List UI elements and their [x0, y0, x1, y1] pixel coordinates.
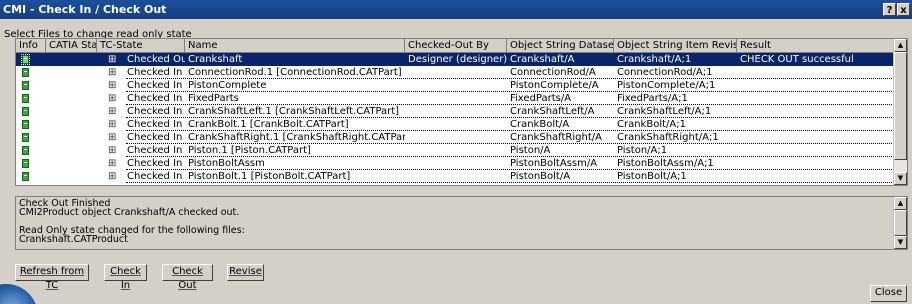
info-cell: [16, 79, 46, 92]
document-icon: [22, 172, 29, 181]
log-scroll-up-button[interactable]: ▲: [894, 197, 907, 210]
help-button[interactable]: ?: [883, 3, 896, 16]
table-header: InfoCATIA StateTC-StateNameChecked-Out B…: [16, 39, 894, 53]
state-icon-cell: ⊞: [97, 53, 125, 66]
catia-state-cell: [46, 92, 97, 105]
check-state-icon: ⊞: [108, 80, 117, 91]
check-state-icon: ⊞: [108, 93, 117, 104]
state-icon-cell: ⊞: [97, 79, 125, 92]
scroll-down-button[interactable]: ▼: [894, 172, 907, 185]
col-header-dataset[interactable]: Object String Dataset: [507, 39, 614, 53]
col-header-catia-state[interactable]: CATIA State: [46, 39, 97, 53]
checked-out-by-cell: Designer (designer): [408, 54, 507, 65]
state-icon-cell: ⊞: [97, 170, 125, 183]
table-row[interactable]: ⊞ Checked In CrankBolt.1 [CrankBolt.CATPar…: [16, 118, 894, 131]
log-area[interactable]: Check Out Finished CMI2Product object Cr…: [15, 196, 908, 250]
check-in-button[interactable]: Check In: [104, 264, 147, 291]
state-icon-cell: ⊞: [97, 118, 125, 131]
table-body: ⊞ Checked Out Crankshaft Designer (designer…: [16, 53, 894, 183]
table-row[interactable]: ⊞ Checked In ConnectionRod.1 [ConnectionRo…: [16, 66, 894, 79]
state-icon-cell: ⊞: [97, 131, 125, 144]
log-scrollbar[interactable]: ▲ ▼: [893, 197, 907, 249]
name-cell: Crankshaft: [188, 54, 243, 65]
col-header-name[interactable]: Name: [185, 39, 405, 53]
col-header-tc-state[interactable]: TC-State: [97, 39, 185, 53]
document-icon: [21, 54, 30, 65]
check-state-icon: ⊞: [108, 119, 117, 130]
catia-state-cell: [46, 118, 97, 131]
col-header-item-revision[interactable]: Object String Item Revision: [614, 39, 737, 53]
catia-state-cell: [46, 53, 97, 66]
document-icon: [22, 159, 29, 168]
catia-logo: [0, 276, 44, 304]
log-scroll-thumb[interactable]: [894, 210, 907, 236]
revise-button[interactable]: Revise: [227, 264, 264, 281]
log-scroll-down-button[interactable]: ▼: [894, 236, 907, 249]
check-state-icon: ⊞: [108, 158, 117, 169]
col-header-info[interactable]: Info: [16, 39, 46, 53]
table-row[interactable]: ⊞ Checked In Piston.1 [Piston.CATPart] Pist…: [16, 144, 894, 157]
result-cell: CHECK OUT successful: [740, 54, 854, 65]
check-out-button[interactable]: Check Out: [162, 264, 213, 291]
state-icon-cell: ⊞: [97, 66, 125, 79]
document-icon: [22, 146, 29, 155]
scroll-up-button[interactable]: ▲: [894, 39, 907, 52]
state-icon-cell: ⊞: [97, 92, 125, 105]
info-cell: [16, 66, 46, 79]
catia-state-cell: [46, 105, 97, 118]
check-state-icon: ⊞: [108, 106, 117, 117]
catia-state-cell: [46, 170, 97, 183]
check-state-icon: ⊞: [108, 67, 117, 78]
catia-state-cell: [46, 66, 97, 79]
close-window-button[interactable]: x: [897, 3, 910, 16]
info-cell: [16, 144, 46, 157]
catia-state-cell: [46, 157, 97, 170]
state-icon-cell: ⊞: [97, 105, 125, 118]
check-state-icon: ⊞: [108, 145, 117, 156]
catia-state-cell: [46, 131, 97, 144]
window-title: CMI - Check In / Check Out: [3, 3, 167, 16]
info-cell: [16, 157, 46, 170]
dataset-cell: Crankshaft/A: [510, 54, 575, 65]
document-icon: [22, 81, 29, 90]
catia-state-cell: [46, 79, 97, 92]
info-cell: [16, 131, 46, 144]
info-cell: [16, 105, 46, 118]
table-row[interactable]: ⊞ Checked In PistonComplete PistonComplete/…: [16, 79, 894, 92]
document-icon: [22, 107, 29, 116]
row-separator: [126, 182, 894, 183]
window-titlebar: CMI - Check In / Check Out ? x: [0, 0, 912, 19]
check-state-icon: ⊞: [108, 171, 117, 182]
state-icon-cell: ⊞: [97, 157, 125, 170]
catia-state-cell: [46, 144, 97, 157]
table-row[interactable]: ⊞ Checked In CrankShaftRight.1 [CrankShaft…: [16, 131, 894, 144]
tc-state-cell: Checked Out: [127, 54, 185, 65]
table-row[interactable]: ⊞ Checked In PistonBoltAssm PistonBoltAssm/…: [16, 157, 894, 170]
scroll-thumb[interactable]: [894, 52, 907, 160]
log-line: Crankshaft.CATProduct: [19, 234, 128, 245]
state-icon-cell: ⊞: [97, 144, 125, 157]
info-cell: [16, 53, 46, 66]
check-state-icon: ⊞: [108, 132, 117, 143]
files-table[interactable]: InfoCATIA StateTC-StateNameChecked-Out B…: [15, 38, 908, 186]
table-row[interactable]: ⊞ Checked In FixedParts FixedParts/A FixedPa…: [16, 92, 894, 105]
info-cell: [16, 118, 46, 131]
document-icon: [22, 133, 29, 142]
item-revision-cell: Crankshaft/A;1: [617, 54, 692, 65]
check-state-icon: ⊞: [108, 54, 117, 65]
document-icon: [22, 68, 29, 77]
table-row[interactable]: ⊞ Checked In PistonBolt.1 [PistonBolt.CATP…: [16, 170, 894, 183]
col-header-checked-out-by[interactable]: Checked-Out By: [405, 39, 507, 53]
log-line: CMI2Product object Crankshaft/A checked …: [19, 207, 240, 218]
info-cell: [16, 170, 46, 183]
document-icon: [22, 120, 29, 129]
table-scrollbar[interactable]: ▲ ▼: [893, 39, 907, 185]
table-row[interactable]: ⊞ Checked In CrankShaftLeft.1 [CrankShaftL…: [16, 105, 894, 118]
col-header-result[interactable]: Result: [737, 39, 894, 53]
table-row[interactable]: ⊞ Checked Out Crankshaft Designer (designer…: [16, 53, 894, 66]
info-cell: [16, 92, 46, 105]
document-icon: [22, 94, 29, 103]
close-button[interactable]: Close: [870, 285, 907, 302]
